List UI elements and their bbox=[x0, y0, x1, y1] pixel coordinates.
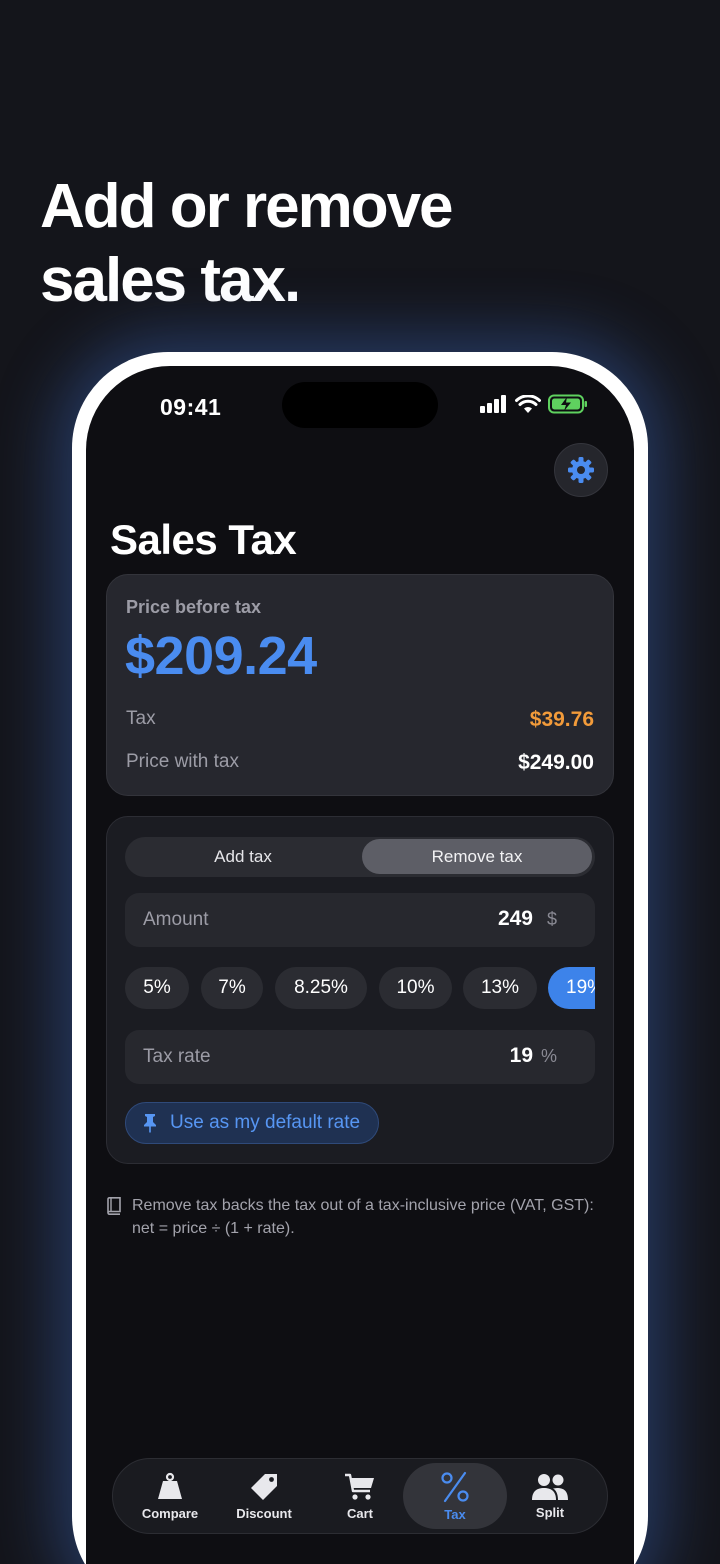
tax-rate-field[interactable]: Tax rate 19 % bbox=[125, 1030, 595, 1084]
book-icon bbox=[107, 1197, 121, 1215]
tax-rate-input[interactable]: 19 bbox=[510, 1044, 533, 1068]
status-bar: 09:41 bbox=[86, 366, 634, 446]
tab-compare-label: Compare bbox=[141, 1505, 199, 1521]
price-before-tax-label: Price before tax bbox=[126, 597, 262, 617]
default-rate-button[interactable]: Use as my default rate bbox=[125, 1102, 379, 1144]
pin-icon bbox=[144, 1114, 156, 1133]
price-with-tax-row: Price with tax $249.00 bbox=[126, 751, 594, 775]
footnote-text: Remove tax backs the tax out of a tax-in… bbox=[132, 1197, 594, 1237]
headline-line-2: sales tax. bbox=[40, 246, 301, 315]
default-rate-label: Use as my default rate bbox=[170, 1112, 361, 1133]
tab-cart-label: Cart bbox=[346, 1505, 373, 1521]
headline: Add or remove sales tax. bbox=[40, 170, 454, 318]
price-with-tax-value: $249.00 bbox=[518, 751, 594, 774]
rate-chip-10[interactable]: 10% bbox=[379, 967, 452, 1009]
tab-cart[interactable]: Cart bbox=[315, 1459, 405, 1533]
amount-label: Amount bbox=[143, 909, 209, 930]
percent-icon bbox=[441, 1471, 469, 1502]
add-tax-segment[interactable]: Add tax bbox=[125, 837, 361, 877]
gear-icon bbox=[568, 457, 594, 483]
headline-line-1: Add or remove bbox=[40, 172, 454, 241]
tab-compare[interactable]: Compare bbox=[125, 1459, 215, 1533]
battery-charging-icon bbox=[548, 394, 587, 414]
amount-input[interactable]: 249 bbox=[498, 907, 533, 931]
cart-icon bbox=[345, 1473, 374, 1500]
tab-tax[interactable]: Tax bbox=[403, 1463, 507, 1529]
phone-frame: 09:41 Sales Tax Price before tax $209.24… bbox=[72, 352, 648, 1564]
rate-chip-19[interactable]: 19% bbox=[548, 967, 595, 1009]
tab-tax-label: Tax bbox=[444, 1506, 466, 1522]
tab-split-label: Split bbox=[535, 1504, 565, 1520]
signal-icon bbox=[480, 395, 506, 413]
dynamic-island bbox=[282, 382, 438, 428]
status-icons bbox=[480, 394, 588, 414]
amount-unit: $ bbox=[546, 909, 557, 929]
tax-value: $39.76 bbox=[529, 708, 594, 731]
wifi-icon bbox=[515, 394, 541, 413]
rate-chip-5[interactable]: 5% bbox=[125, 967, 189, 1009]
price-before-tax-value: $209.24 bbox=[125, 626, 317, 686]
tax-label: Tax bbox=[126, 708, 156, 729]
people-icon bbox=[532, 1473, 568, 1500]
mode-segmented-control: Add tax Remove tax bbox=[125, 837, 595, 877]
tag-icon bbox=[251, 1473, 277, 1500]
amount-field[interactable]: Amount 249 $ bbox=[125, 893, 595, 947]
footnote: Remove tax backs the tax out of a tax-in… bbox=[106, 1194, 606, 1240]
tab-split[interactable]: Split bbox=[505, 1459, 595, 1533]
result-card: Price before tax $209.24 Tax $39.76 Pric… bbox=[106, 574, 614, 796]
tax-rate-unit: % bbox=[540, 1046, 557, 1066]
tax-rate-label: Tax rate bbox=[143, 1046, 211, 1067]
page-title: Sales Tax bbox=[110, 516, 297, 563]
settings-button[interactable] bbox=[554, 443, 608, 497]
tax-row: Tax $39.76 bbox=[126, 708, 594, 732]
status-time: 09:41 bbox=[160, 394, 222, 420]
tab-bar: Compare Discount Cart Tax Split bbox=[112, 1458, 608, 1534]
rate-chip-7[interactable]: 7% bbox=[201, 967, 263, 1009]
tax-controls-card: Add tax Remove tax Amount 249 $ 5% 7% 8.… bbox=[106, 816, 614, 1164]
rate-chip-8-25[interactable]: 8.25% bbox=[275, 967, 367, 1009]
tab-discount-label: Discount bbox=[236, 1505, 292, 1521]
rate-chip-13[interactable]: 13% bbox=[463, 967, 537, 1009]
remove-tax-segment[interactable]: Remove tax bbox=[362, 839, 592, 874]
price-with-tax-label: Price with tax bbox=[126, 751, 239, 772]
phone-screen: 09:41 Sales Tax Price before tax $209.24… bbox=[86, 366, 634, 1564]
tab-discount[interactable]: Discount bbox=[219, 1459, 309, 1533]
rate-chips: 5% 7% 8.25% 10% 13% 19% bbox=[125, 967, 595, 1009]
weight-icon bbox=[158, 1472, 182, 1499]
